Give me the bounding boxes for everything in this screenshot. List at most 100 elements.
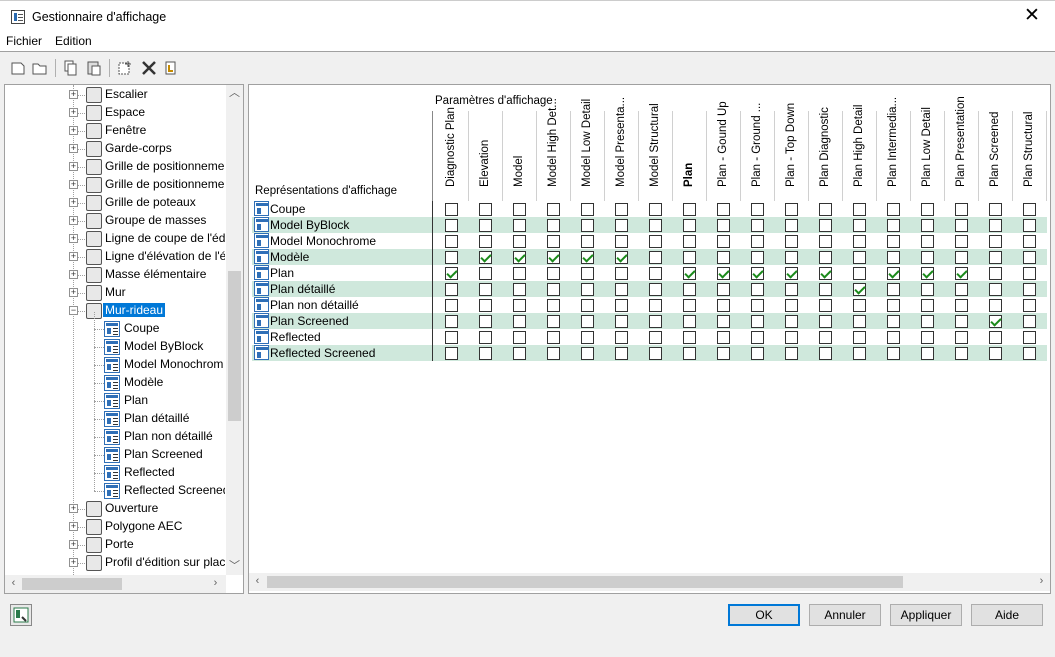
checkbox[interactable] [1023, 347, 1036, 360]
checkbox[interactable] [445, 219, 458, 232]
tree-item[interactable]: + Ligne d'élévation de l'é [5, 248, 225, 266]
checkbox[interactable] [513, 219, 526, 232]
tree-item[interactable]: + Masse élémentaire [5, 266, 225, 284]
checkbox[interactable] [955, 315, 968, 328]
tree-item[interactable]: + Mur [5, 284, 225, 302]
checkbox[interactable] [887, 331, 900, 344]
tree-item[interactable]: + Ouverture [5, 500, 225, 518]
checkbox[interactable] [683, 283, 696, 296]
tree-expander-icon[interactable]: + [69, 108, 78, 117]
checkbox[interactable] [785, 235, 798, 248]
tree-child-item[interactable]: Plan non détaillé [5, 428, 225, 446]
tree-expander-icon[interactable]: + [69, 216, 78, 225]
checkbox[interactable] [853, 331, 866, 344]
delete-icon[interactable] [140, 59, 158, 77]
checkbox[interactable] [887, 251, 900, 264]
checkbox[interactable] [547, 315, 560, 328]
status-panel-icon[interactable] [10, 604, 32, 626]
checkbox[interactable] [1023, 267, 1036, 280]
checkbox[interactable] [513, 299, 526, 312]
tree-child-item[interactable]: Reflected [5, 464, 225, 482]
scroll-up-arrow-icon[interactable]: ︿ [226, 85, 243, 102]
checkbox[interactable] [615, 283, 628, 296]
checkbox-checked[interactable] [921, 267, 934, 280]
checkbox[interactable] [649, 267, 662, 280]
checkbox-checked[interactable] [683, 267, 696, 280]
checkbox[interactable] [479, 331, 492, 344]
checkbox[interactable] [479, 283, 492, 296]
tree-expander-icon[interactable]: + [69, 558, 78, 567]
checkbox[interactable] [853, 347, 866, 360]
tree-expander-icon[interactable]: + [69, 180, 78, 189]
checkbox[interactable] [819, 251, 832, 264]
column-header[interactable]: Plan - Gound Up [707, 89, 741, 199]
checkbox[interactable] [445, 299, 458, 312]
checkbox[interactable] [683, 203, 696, 216]
checkbox[interactable] [989, 203, 1002, 216]
checkbox[interactable] [921, 235, 934, 248]
checkbox[interactable] [649, 235, 662, 248]
tree-child-item[interactable]: Model ByBlock [5, 338, 225, 356]
checkbox[interactable] [887, 315, 900, 328]
menu-fichier[interactable]: Fichier [6, 34, 42, 48]
checkbox[interactable] [717, 251, 730, 264]
column-header[interactable]: Plan Structural [1013, 89, 1047, 199]
checkbox[interactable] [955, 219, 968, 232]
checkbox[interactable] [751, 347, 764, 360]
checkbox[interactable] [989, 331, 1002, 344]
column-header[interactable]: Elevation [469, 89, 503, 199]
checkbox[interactable] [513, 235, 526, 248]
copy-icon[interactable] [62, 59, 80, 77]
tree-item[interactable]: + Grille de positionneme [5, 158, 225, 176]
checkbox[interactable] [853, 315, 866, 328]
paste-icon[interactable] [85, 59, 103, 77]
checkbox[interactable] [513, 203, 526, 216]
column-header[interactable]: Plan High Detail [843, 89, 877, 199]
checkbox[interactable] [479, 203, 492, 216]
column-header[interactable]: Plan Diagnostic [809, 89, 843, 199]
column-header[interactable]: Model High Det... [537, 89, 571, 199]
checkbox[interactable] [649, 219, 662, 232]
checkbox[interactable] [513, 267, 526, 280]
checkbox[interactable] [479, 299, 492, 312]
column-header[interactable]: Model Structural [639, 89, 673, 199]
checkbox[interactable] [989, 347, 1002, 360]
tree-expander-icon[interactable]: − [69, 306, 78, 315]
checkbox[interactable] [479, 315, 492, 328]
checkbox-checked[interactable] [955, 267, 968, 280]
tree-expander-icon[interactable]: + [69, 288, 78, 297]
apply-button[interactable]: Appliquer [890, 604, 962, 626]
scroll-right-arrow-icon[interactable]: › [207, 575, 224, 592]
checkbox[interactable] [547, 331, 560, 344]
checkbox-checked[interactable] [717, 267, 730, 280]
checkbox[interactable] [581, 219, 594, 232]
column-header[interactable]: Model [503, 89, 537, 199]
checkbox[interactable] [955, 283, 968, 296]
checkbox[interactable] [445, 203, 458, 216]
checkbox[interactable] [1023, 251, 1036, 264]
checkbox[interactable] [547, 235, 560, 248]
checkbox[interactable] [887, 299, 900, 312]
checkbox[interactable] [751, 331, 764, 344]
checkbox[interactable] [717, 331, 730, 344]
checkbox[interactable] [1023, 283, 1036, 296]
checkbox[interactable] [547, 299, 560, 312]
checkbox[interactable] [955, 331, 968, 344]
checkbox[interactable] [819, 203, 832, 216]
checkbox[interactable] [649, 283, 662, 296]
tree-item[interactable]: + Profil d'édition sur plac [5, 554, 225, 572]
checkbox[interactable] [615, 315, 628, 328]
checkbox-checked[interactable] [479, 251, 492, 264]
tree-view[interactable]: + Escalier + Espace + Fenêtre + Garde-corps + Gri… [4, 84, 244, 594]
checkbox[interactable] [581, 283, 594, 296]
checkbox[interactable] [581, 267, 594, 280]
checkbox-checked[interactable] [819, 267, 832, 280]
column-header[interactable]: Model Presenta... [605, 89, 639, 199]
checkbox[interactable] [853, 203, 866, 216]
checkbox[interactable] [547, 219, 560, 232]
checkbox[interactable] [887, 203, 900, 216]
tree-expander-icon[interactable]: + [69, 270, 78, 279]
checkbox[interactable] [955, 203, 968, 216]
checkbox[interactable] [683, 347, 696, 360]
checkbox[interactable] [547, 267, 560, 280]
